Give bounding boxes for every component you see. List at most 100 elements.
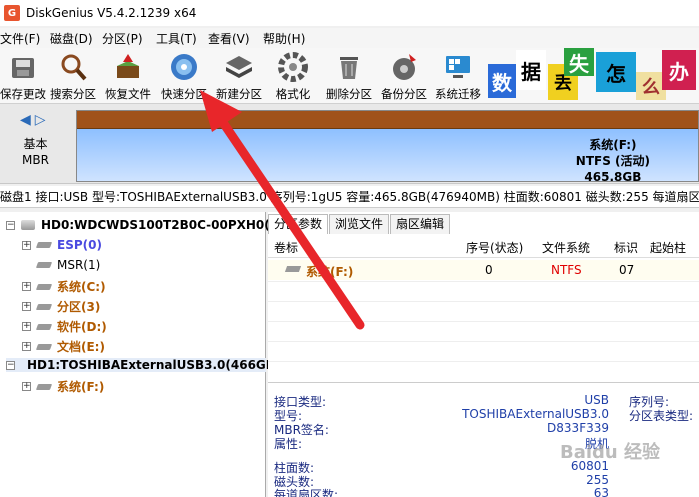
window-title: DiskGenius V5.4.2.1239 x64 <box>26 6 197 20</box>
partition-icon <box>35 323 53 330</box>
magnifier-icon <box>58 52 88 82</box>
tree-hd1-label: HD1:TOSHIBAExternalUSB3.0(466GB) <box>27 358 281 372</box>
banner-char: 失 <box>564 48 594 76</box>
tree-e-label: 文档(E:) <box>57 340 105 354</box>
left-arrow-icon[interactable]: ◀ <box>20 112 31 128</box>
disk-type-basic: 基本 <box>23 137 48 151</box>
tree-partition-e[interactable]: + 文档(E:) <box>22 338 105 355</box>
diskgenius-logo-icon: G <box>4 5 20 21</box>
right-arrow-icon[interactable]: ▷ <box>35 112 46 128</box>
menu-file[interactable]: 文件(F) <box>0 30 50 47</box>
partition-block-text: 系统(F:) NTFS (活动) 465.8GB <box>576 137 650 185</box>
row-volume-label: 系统(F:) <box>306 265 354 279</box>
partition-block-fs: NTFS (活动) <box>575 154 650 168</box>
tree-msr-label: MSR(1) <box>57 258 101 272</box>
recover-box-icon <box>113 52 143 82</box>
tree-partition-3[interactable]: + 分区(3) <box>22 298 100 315</box>
watermark: Baidu 经验 <box>560 442 661 463</box>
partition-icon <box>35 383 53 390</box>
collapse-icon[interactable]: − <box>6 220 15 230</box>
banner-char: 怎 <box>596 52 636 92</box>
backup-partition-button[interactable]: 备份分区 <box>378 48 430 104</box>
backup-disc-icon <box>389 52 419 82</box>
tree-hd0-label: HD0:WDCWDS100T2B0C-00PXH0(932 <box>41 218 295 232</box>
expand-icon[interactable]: + <box>22 382 31 391</box>
collapse-icon[interactable]: − <box>6 360 15 370</box>
tree-partition-msr[interactable]: MSR(1) <box>22 258 100 272</box>
partition-icon <box>35 262 53 268</box>
table-header: 卷标 序号(状态) 文件系统 标识 起始柱 <box>268 236 699 258</box>
partition-header-strip <box>77 111 698 129</box>
tree-partition-c[interactable]: + 系统(C:) <box>22 278 106 295</box>
sectors-per-track-value: 63 <box>593 486 609 497</box>
tab-strip: 分区参数 浏览文件 扇区编辑 <box>268 214 451 234</box>
menu-view[interactable]: 查看(V) <box>208 30 263 47</box>
row-id: 07 <box>619 263 635 277</box>
menu-disk[interactable]: 磁盘(D) <box>50 30 102 47</box>
tree-esp-label: ESP(0) <box>57 238 102 252</box>
partition-icon <box>35 303 53 310</box>
disk-type-label: 基本 MBR <box>22 136 49 168</box>
quick-partition-disc-icon <box>169 52 199 82</box>
menu-help[interactable]: 帮助(H) <box>263 30 323 47</box>
menu-partition[interactable]: 分区(P) <box>102 30 156 47</box>
col-index-status[interactable]: 序号(状态) <box>466 239 523 256</box>
disk-nav-arrows[interactable]: ◀ ▷ <box>20 112 46 128</box>
row-divider <box>268 301 699 302</box>
disk-map: ◀ ▷ 基本 MBR 系统(F:) NTFS (活动) 465.8GB <box>0 104 699 184</box>
expand-icon[interactable]: + <box>22 240 31 250</box>
expand-icon[interactable]: + <box>22 302 31 311</box>
system-migration-button[interactable]: 系统迁移 <box>432 48 484 104</box>
table-row[interactable]: 系统(F:) 0 NTFS 07 <box>268 260 699 280</box>
tab-partition-params[interactable]: 分区参数 <box>268 214 329 234</box>
banner-char: 数 <box>488 64 516 98</box>
quick-partition-button[interactable]: 快速分区 <box>158 48 210 104</box>
disk-tree: − HD0:WDCWDS100T2B0C-00PXH0(932 + ESP(0)… <box>0 212 295 497</box>
col-start-cylinder[interactable]: 起始柱 <box>650 239 686 256</box>
col-file-system[interactable]: 文件系统 <box>542 239 590 256</box>
search-partition-button[interactable]: 搜索分区 <box>48 48 98 104</box>
mbr-sig-value: D833F339 <box>547 421 609 435</box>
expand-icon[interactable]: + <box>22 342 31 351</box>
tree-p3-label: 分区(3) <box>57 300 101 314</box>
format-gear-icon <box>278 52 308 82</box>
title-bar: G DiskGenius V5.4.2.1239 x64 <box>0 0 699 26</box>
disk-info-bar: 磁盘1 接口:USB 型号:TOSHIBAExternalUSB3.0 序列号:… <box>0 186 699 208</box>
tree-d-label: 软件(D:) <box>57 320 107 334</box>
col-volume-label[interactable]: 卷标 <box>274 239 298 256</box>
recover-files-button[interactable]: 恢复文件 <box>102 48 154 104</box>
delete-partition-button[interactable]: 删除分区 <box>324 48 374 104</box>
attr-label: 属性: <box>274 437 303 451</box>
sectors-per-track-label: 每道扇区数: <box>274 488 339 497</box>
save-disk-icon <box>8 52 38 82</box>
tree-partition-d[interactable]: + 软件(D:) <box>22 318 107 335</box>
tree-c-label: 系统(C:) <box>57 280 106 294</box>
partition-icon <box>35 283 53 290</box>
banner-char: 据 <box>516 50 546 90</box>
expand-icon[interactable]: + <box>22 322 31 331</box>
data-recovery-banner[interactable]: 数 据 丢 失 怎 么 办 <box>486 48 699 104</box>
row-index: 0 <box>485 263 493 277</box>
tab-sector-edit[interactable]: 扇区编辑 <box>390 214 451 234</box>
tree-partition-f[interactable]: + 系统(F:) <box>22 378 104 395</box>
partition-block-name: 系统(F:) <box>589 138 637 152</box>
partition-block-f[interactable]: 系统(F:) NTFS (活动) 465.8GB <box>76 110 699 185</box>
hard-disk-icon <box>21 220 35 230</box>
save-changes-button[interactable]: 保存更改 <box>0 48 46 104</box>
row-divider <box>268 361 699 362</box>
col-id[interactable]: 标识 <box>614 239 638 256</box>
menu-tools[interactable]: 工具(T) <box>156 30 208 47</box>
menu-bar: 文件(F) 磁盘(D) 分区(P) 工具(T) 查看(V) 帮助(H) <box>0 28 699 48</box>
tree-partition-esp[interactable]: + ESP(0) <box>22 238 102 252</box>
tree-hd1[interactable]: − HD1:TOSHIBAExternalUSB3.0(466GB) <box>6 358 280 372</box>
model-value: TOSHIBAExternalUSB3.0 <box>462 407 609 421</box>
row-divider <box>268 341 699 342</box>
pttype-label: 分区表类型: <box>629 409 694 423</box>
tree-hd0[interactable]: − HD0:WDCWDS100T2B0C-00PXH0(932 <box>6 218 295 232</box>
new-partition-button[interactable]: 新建分区 <box>212 48 266 104</box>
row-divider <box>268 321 699 322</box>
expand-icon[interactable]: + <box>22 282 31 291</box>
iface-value: USB <box>584 393 609 407</box>
format-button[interactable]: 格式化 <box>272 48 314 104</box>
tab-browse-files[interactable]: 浏览文件 <box>329 214 390 234</box>
